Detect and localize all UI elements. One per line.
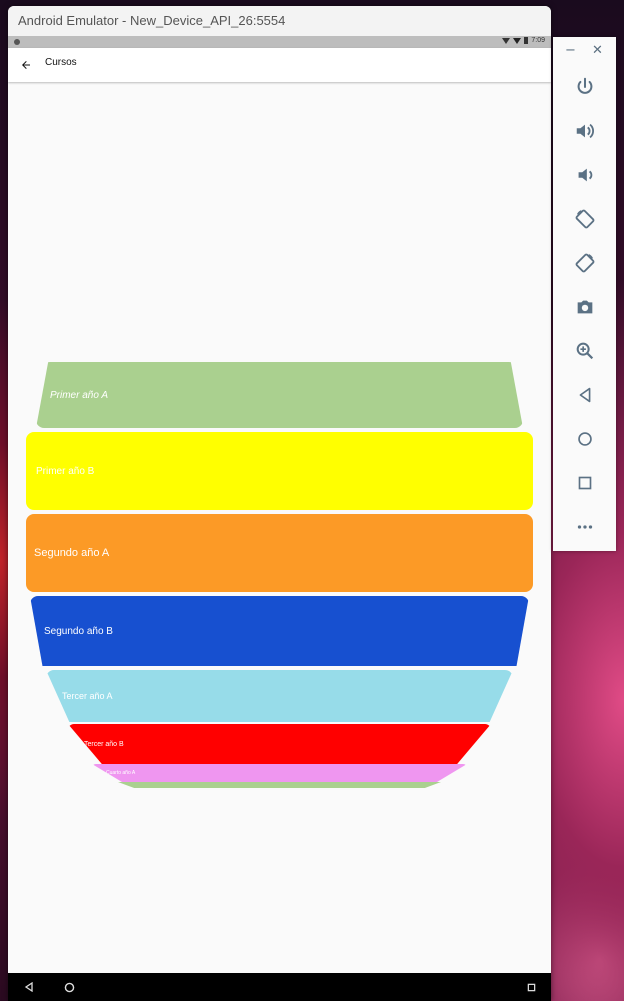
course-item[interactable]: Primer año B [26, 432, 533, 510]
emulator-title: Android Emulator - New_Device_API_26:555… [8, 6, 551, 36]
app-bar: Cursos [8, 48, 551, 82]
course-item[interactable]: Cuarto año A [92, 764, 467, 782]
more-icon [577, 525, 592, 529]
arrow-left-icon [22, 61, 30, 69]
back-icon [579, 387, 590, 403]
course-label: Segundo año B [44, 625, 113, 637]
minimize-button[interactable]: − [565, 43, 576, 58]
recents-nav-icon [527, 983, 535, 991]
home-toolbar-button[interactable] [553, 417, 616, 461]
volume-down-icon [578, 168, 592, 182]
course-label: Tercer año A [62, 691, 113, 701]
course-item[interactable]: Primer año A [36, 362, 523, 428]
overview-toolbar-button[interactable] [553, 461, 616, 505]
course-label: Primer año A [50, 389, 108, 401]
rotate-left-icon [575, 209, 594, 229]
course-item[interactable]: Tercer año B [68, 724, 491, 764]
page-title: Cursos [45, 57, 77, 68]
battery-icon [524, 37, 529, 44]
course-item[interactable]: Segundo año B [30, 596, 529, 666]
course-item[interactable] [118, 782, 441, 788]
rotate-left-button[interactable] [553, 197, 616, 241]
android-nav-bar [8, 973, 551, 1001]
screenshot-button[interactable] [553, 285, 616, 329]
volume-down-button[interactable] [553, 153, 616, 197]
course-list: Primer año A Primer año B Segundo año A Seg… [8, 36, 551, 1001]
home-icon [577, 432, 592, 446]
course-item[interactable]: Tercer año A [46, 670, 513, 722]
recents-nav-button[interactable] [517, 973, 545, 1001]
back-nav-button[interactable] [15, 973, 43, 1001]
status-bar: 7:09 [8, 36, 551, 48]
course-label: Tercer año B [84, 740, 124, 748]
course-item[interactable]: Segundo año A [26, 514, 533, 592]
course-label: Segundo año A [34, 547, 110, 559]
home-nav-button[interactable] [55, 973, 83, 1001]
wifi-icon [502, 37, 511, 44]
status-time: 7:09 [531, 37, 545, 44]
back-nav-icon [24, 982, 33, 992]
back-button[interactable] [14, 53, 38, 77]
overview-icon [578, 476, 591, 490]
power-button[interactable] [553, 65, 616, 109]
back-toolbar-button[interactable] [553, 373, 616, 417]
signal-icon [513, 37, 522, 44]
power-icon [577, 77, 592, 94]
rotate-right-icon [575, 253, 594, 273]
rotate-right-button[interactable] [553, 241, 616, 285]
home-nav-icon [64, 982, 74, 992]
zoom-icon [576, 342, 593, 360]
more-button[interactable] [553, 505, 616, 549]
close-button[interactable]: ✕ [592, 43, 603, 58]
device-screen: Primer año A Primer año B Segundo año A Seg… [8, 36, 551, 1001]
notification-dot-icon [14, 39, 20, 45]
camera-icon [577, 300, 592, 314]
emulator-toolbar: − ✕ [553, 37, 616, 551]
emulator-window: Android Emulator - New_Device_API_26:555… [8, 6, 551, 1001]
volume-up-icon [576, 123, 594, 139]
course-label: Cuarto año A [106, 770, 136, 776]
course-label: Primer año B [36, 465, 95, 477]
zoom-button[interactable] [553, 329, 616, 373]
volume-up-button[interactable] [553, 109, 616, 153]
